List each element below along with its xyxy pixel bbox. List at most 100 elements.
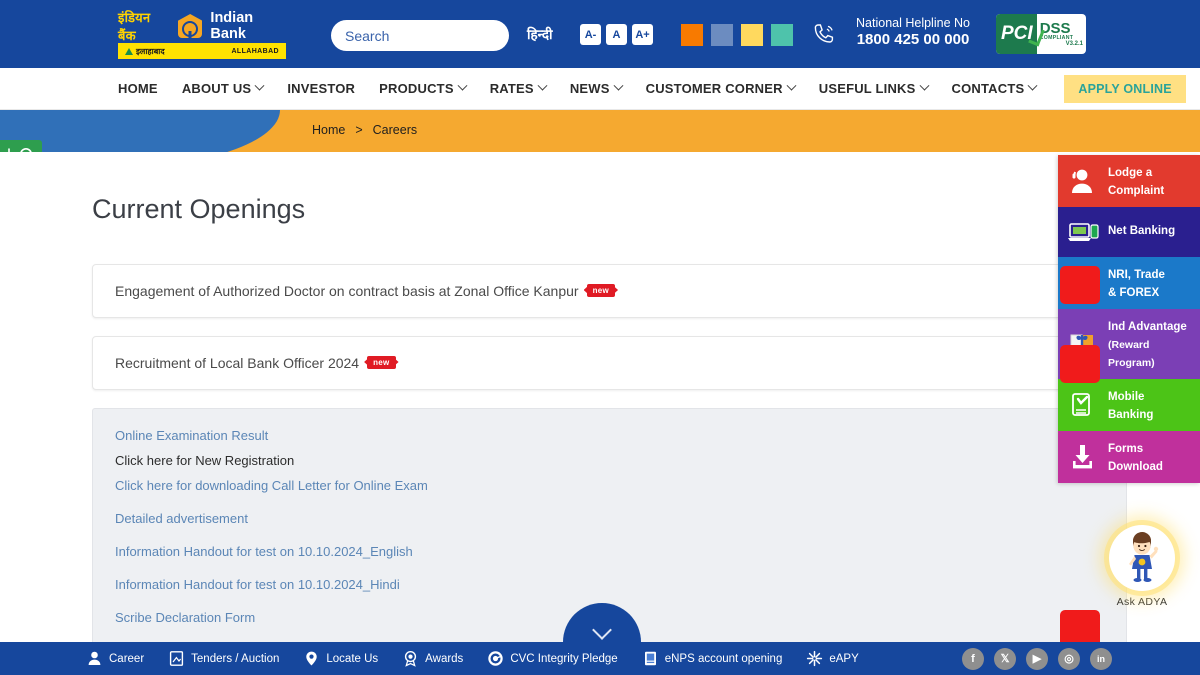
page-root: इंडियन बैंक Indian Bank इलाहाबाद ALLAHAB… — [0, 0, 1200, 675]
nav-item-customer-corner[interactable]: CUSTOMER CORNER — [646, 81, 795, 96]
laptop-netbanking-icon — [1066, 217, 1102, 247]
complaint-person-icon — [1066, 166, 1102, 196]
theme-swatch-yellow[interactable] — [741, 24, 763, 46]
quick-link-label: Ind Advantage (Reward Program) — [1108, 317, 1194, 371]
chevron-down-icon — [613, 81, 623, 91]
youtube-icon[interactable]: ▶ — [1026, 648, 1048, 670]
quick-link-lodge-complaint[interactable]: Lodge a Complaint — [1058, 155, 1200, 207]
theme-swatch-orange[interactable] — [681, 24, 703, 46]
footer-link-awards[interactable]: Awards — [402, 650, 463, 667]
quick-link-line1: Lodge a — [1108, 167, 1152, 179]
theme-swatch-slate-blue[interactable] — [711, 24, 733, 46]
footer-bar: Career Tenders / Auction Locate Us Award… — [0, 642, 1200, 675]
adya-avatar-icon[interactable] — [1109, 525, 1175, 591]
nav-item-news[interactable]: NEWS — [570, 81, 622, 96]
theme-swatch-teal[interactable] — [771, 24, 793, 46]
linkedin-icon[interactable]: in — [1090, 648, 1112, 670]
nav-item-useful-links[interactable]: USEFUL LINKS — [819, 81, 928, 96]
footer-link-label: Awards — [425, 653, 463, 665]
logo-primary-row: इंडियन बैंक Indian Bank — [118, 13, 288, 39]
footer-link-label: CVC Integrity Pledge — [510, 653, 617, 665]
chevron-down-icon — [786, 81, 796, 91]
helpline-number: 1800 425 00 000 — [845, 31, 981, 48]
quick-link-forms-download[interactable]: Forms Download — [1058, 431, 1200, 483]
bank-logo[interactable]: इंडियन बैंक Indian Bank इलाहाबाद ALLAHAB… — [118, 13, 288, 59]
allahabad-strip: इलाहाबाद ALLAHABAD — [118, 43, 286, 59]
link-call-letter-download[interactable]: Click here for downloading Call Letter f… — [115, 473, 1126, 498]
search-box[interactable] — [331, 20, 509, 51]
pci-version: V3.2.1 — [1040, 41, 1086, 47]
footer-link-enps-account-opening[interactable]: eNPS account opening — [642, 650, 783, 667]
nav-label: NEWS — [570, 81, 610, 96]
new-badge: new — [587, 284, 615, 297]
nav-item-home[interactable]: HOME — [118, 81, 158, 96]
font-decrease-button[interactable]: A- — [580, 24, 601, 45]
link-detailed-advertisement[interactable]: Detailed advertisement — [115, 506, 1126, 531]
opening-row-local-bank-officer[interactable]: Recruitment of Local Bank Officer 2024 n… — [92, 336, 1127, 390]
language-toggle[interactable]: हिन्दी — [527, 25, 553, 43]
chatbot-widget[interactable]: Ask ADYA — [1096, 525, 1188, 608]
quick-link-line1: Forms — [1108, 443, 1143, 455]
map-pin-icon — [303, 650, 320, 667]
award-icon — [402, 650, 419, 667]
apply-online-button[interactable]: APPLY ONLINE — [1064, 75, 1185, 103]
link-handout-english[interactable]: Information Handout for test on 10.10.20… — [115, 539, 1126, 564]
link-online-examination-result[interactable]: Online Examination Result — [115, 423, 1126, 448]
quick-link-label: NRI, Trade & FOREX — [1108, 265, 1165, 301]
allahabad-hindi-group: इलाहाबाद — [125, 46, 165, 57]
x-twitter-icon[interactable]: 𝕏 — [994, 648, 1016, 670]
chevron-down-icon — [592, 620, 612, 640]
quick-link-line1: Mobile — [1108, 391, 1144, 403]
quick-link-net-banking[interactable]: Net Banking — [1058, 207, 1200, 257]
nav-item-products[interactable]: PRODUCTS — [379, 81, 466, 96]
nav-label: HOME — [118, 81, 158, 96]
search-input[interactable] — [345, 28, 526, 44]
download-icon — [1066, 442, 1102, 472]
quick-link-label: Net Banking — [1108, 225, 1175, 239]
chevron-down-icon — [457, 81, 467, 91]
helpline-label: National Helpline No — [845, 16, 981, 30]
pci-right: DSS COMPLIANT V3.2.1 — [1037, 22, 1086, 47]
social-links: f 𝕏 ▶ ◎ in — [962, 648, 1112, 670]
instagram-icon[interactable]: ◎ — [1058, 648, 1080, 670]
mobile-banking-icon — [1066, 390, 1102, 420]
footer-link-label: Career — [109, 653, 144, 665]
text-new-registration: Click here for New Registration — [115, 448, 1126, 473]
chatbot-label: Ask ADYA — [1096, 596, 1188, 608]
chevron-down-icon — [1028, 81, 1038, 91]
page-body: Current Openings Engagement of Authorize… — [0, 152, 1200, 643]
nav-item-investor[interactable]: INVESTOR — [287, 81, 355, 96]
nav-label: USEFUL LINKS — [819, 81, 916, 96]
footer-link-tenders-auction[interactable]: Tenders / Auction — [168, 650, 279, 667]
quick-link-mobile-banking[interactable]: Mobile Banking — [1058, 379, 1200, 431]
font-normal-button[interactable]: A — [606, 24, 627, 45]
font-increase-button[interactable]: A+ — [632, 24, 653, 45]
nav-item-about-us[interactable]: ABOUT US — [182, 81, 264, 96]
facebook-icon[interactable]: f — [962, 648, 984, 670]
footer-link-eapy[interactable]: eAPY — [806, 650, 858, 667]
allahabad-hindi: इलाहाबाद — [136, 46, 165, 57]
breadcrumb-home[interactable]: Home — [312, 123, 345, 137]
eapy-star-icon — [806, 650, 823, 667]
quick-link-label: Mobile Banking — [1108, 387, 1153, 423]
nav-item-contacts[interactable]: CONTACTS — [952, 81, 1037, 96]
pci-dss-title: DSS — [1040, 22, 1086, 35]
nav-label: CONTACTS — [952, 81, 1025, 96]
indian-bank-logo-icon — [178, 14, 203, 38]
breadcrumb-separator: > — [355, 123, 362, 137]
broken-image-placeholder — [1060, 345, 1100, 383]
footer-link-locate-us[interactable]: Locate Us — [303, 650, 378, 667]
quick-link-label: Forms Download — [1108, 439, 1163, 475]
enps-card-icon — [642, 650, 659, 667]
opening-row-doctor[interactable]: Engagement of Authorized Doctor on contr… — [92, 264, 1127, 318]
quick-link-line1: Ind Advantage — [1108, 321, 1187, 333]
quick-link-line2: & FOREX — [1108, 287, 1159, 299]
quick-link-line2: Banking — [1108, 409, 1153, 421]
breadcrumb-current[interactable]: Careers — [373, 123, 417, 137]
nav-item-rates[interactable]: RATES — [490, 81, 546, 96]
link-handout-hindi[interactable]: Information Handout for test on 10.10.20… — [115, 572, 1126, 597]
broken-image-placeholder — [1060, 266, 1100, 304]
footer-link-label: eNPS account opening — [665, 653, 783, 665]
footer-link-career[interactable]: Career — [86, 650, 144, 667]
footer-link-cvc-integrity-pledge[interactable]: CVC Integrity Pledge — [487, 650, 617, 667]
